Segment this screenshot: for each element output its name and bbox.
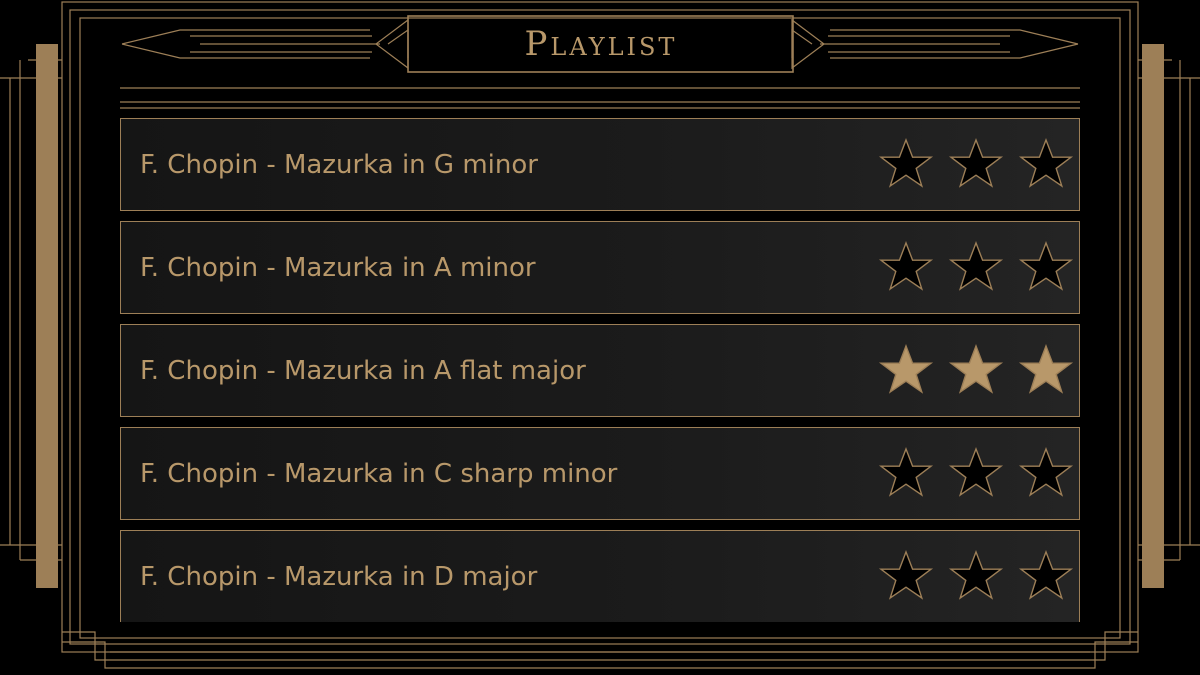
rating-stars bbox=[877, 136, 1075, 194]
playlist-row[interactable]: F. Chopin - Mazurka in A minor bbox=[120, 221, 1080, 314]
playlist-list: F. Chopin - Mazurka in G minor F. Chopin … bbox=[120, 118, 1080, 622]
star-outline-icon[interactable] bbox=[1017, 548, 1075, 606]
star-filled-icon[interactable] bbox=[947, 342, 1005, 400]
star-outline-icon[interactable] bbox=[1017, 136, 1075, 194]
playlist-row[interactable]: F. Chopin - Mazurka in A flat major bbox=[120, 324, 1080, 417]
star-outline-icon[interactable] bbox=[947, 548, 1005, 606]
star-outline-icon[interactable] bbox=[1017, 239, 1075, 297]
star-outline-icon[interactable] bbox=[1017, 445, 1075, 503]
track-title: F. Chopin - Mazurka in A minor bbox=[140, 252, 536, 283]
rating-stars bbox=[877, 548, 1075, 606]
track-title: F. Chopin - Mazurka in D major bbox=[140, 561, 538, 592]
rating-stars bbox=[877, 342, 1075, 400]
rating-stars bbox=[877, 445, 1075, 503]
track-title: F. Chopin - Mazurka in C sharp minor bbox=[140, 458, 618, 489]
playlist-row[interactable]: F. Chopin - Mazurka in D major bbox=[120, 530, 1080, 622]
rating-stars bbox=[877, 239, 1075, 297]
playlist-screen: Playlist F. Chopin - Mazurka in G minor F… bbox=[0, 0, 1200, 675]
star-outline-icon[interactable] bbox=[947, 136, 1005, 194]
star-outline-icon[interactable] bbox=[877, 445, 935, 503]
track-title: F. Chopin - Mazurka in A flat major bbox=[140, 355, 586, 386]
star-outline-icon[interactable] bbox=[877, 239, 935, 297]
page-title: Playlist bbox=[524, 24, 678, 64]
playlist-row[interactable]: F. Chopin - Mazurka in C sharp minor bbox=[120, 427, 1080, 520]
star-filled-icon[interactable] bbox=[1017, 342, 1075, 400]
star-outline-icon[interactable] bbox=[877, 136, 935, 194]
star-outline-icon[interactable] bbox=[877, 548, 935, 606]
star-filled-icon[interactable] bbox=[877, 342, 935, 400]
star-outline-icon[interactable] bbox=[947, 239, 1005, 297]
star-outline-icon[interactable] bbox=[947, 445, 1005, 503]
track-title: F. Chopin - Mazurka in G minor bbox=[140, 149, 538, 180]
playlist-row[interactable]: F. Chopin - Mazurka in G minor bbox=[120, 118, 1080, 211]
